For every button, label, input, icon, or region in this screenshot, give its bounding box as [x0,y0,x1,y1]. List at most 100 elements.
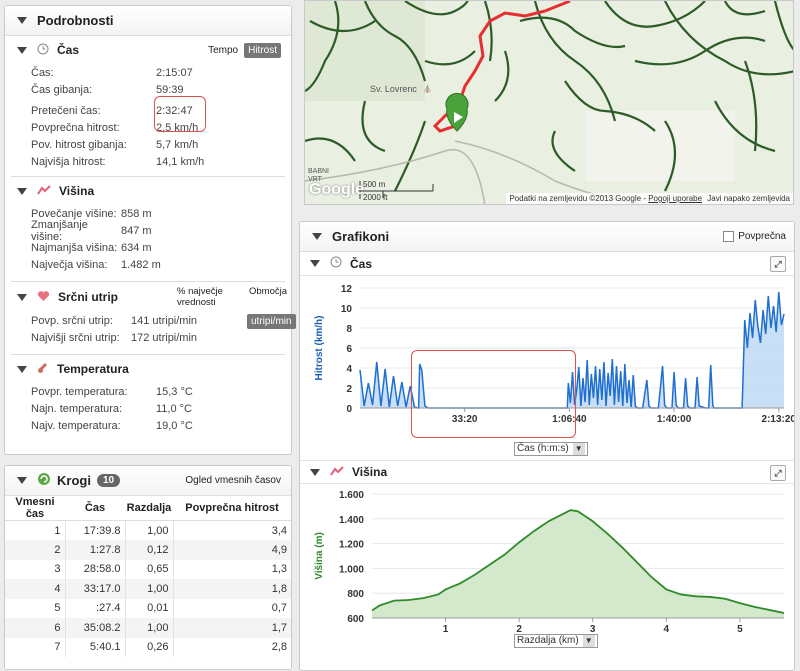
terms-link[interactable]: Pogoji uporabe [648,194,702,203]
view-splits-link[interactable]: Ogled vmesnih časov [185,475,281,486]
table-cell: 0,12 [125,540,174,560]
stat-value: 858 m [121,207,152,220]
laps-icon [37,472,51,489]
table-cell: 33:17.0 [65,579,126,599]
details-header[interactable]: Podrobnosti [5,6,291,36]
elevation-section-header[interactable]: Višina [11,177,285,205]
route-map[interactable]: ⛪ Sv. Lovrenc BABNI VRT Google 500 m 200… [304,0,794,205]
tab-tempo[interactable]: Tempo [208,45,238,56]
x-tick-label: 2:13:20 [762,414,794,425]
charts-header[interactable]: Grafikoni Povprečna [300,222,794,252]
stat-value: 172 utripi/min [131,331,198,344]
collapse-triangle-icon[interactable] [17,187,27,195]
collapse-triangle-icon[interactable] [17,365,27,373]
clock-icon [330,256,342,271]
collapse-triangle-icon[interactable] [17,17,27,24]
stat-value: 634 m [121,241,152,254]
collapse-triangle-icon[interactable] [312,233,322,240]
collapse-triangle-icon[interactable] [310,260,320,267]
temperature-section: Temperatura Povpr. temperatura: 15,3 °C Na… [11,355,285,434]
laps-count-badge: 10 [96,474,121,487]
stat-label: Zmanjšanje višine: [31,218,88,243]
y-tick-label: 12 [341,284,353,295]
table-row[interactable]: 4 33:17.0 1,00 1,8 [5,579,291,599]
table-cell: 7 [5,637,66,657]
map-canvas[interactable]: ⛪ [305,1,794,205]
elevation-area [372,510,784,618]
report-error-link[interactable]: Javi napako zemljevida [707,194,790,203]
table-cell: 1,3 [271,563,287,576]
stat-row: Najv. temperatura: 19,0 °C [11,417,285,434]
table-cell: 3 [5,559,66,579]
laps-column-header[interactable]: Vmesni čas [5,496,65,521]
clock-icon [37,43,49,58]
stat-value: 11,0 °C [156,402,192,415]
heart-zones-column[interactable]: Območja [249,286,287,297]
elevation-chart-header[interactable]: Višina ⤢ [300,460,794,484]
collapse-triangle-icon[interactable] [17,293,27,301]
time-title: Čas [57,43,80,57]
stat-row: Najvišja hitrost: 14,1 km/h [11,153,285,170]
stat-row: Največja višina: 1.482 m [11,256,285,273]
heart-section-header[interactable]: Srčni utrip % največje vrednosti Območja [11,282,287,312]
stat-row: Čas: 2:15:07 [11,64,285,81]
expand-icon[interactable]: ⤢ [770,465,786,481]
laps-header[interactable]: Krogi 10 Ogled vmesnih časov [5,466,291,496]
collapse-triangle-icon[interactable] [17,46,27,54]
average-checkbox[interactable] [723,231,735,242]
time-section: Čas Tempo Hitrost Čas: 2:15:07 Čas gibanja… [11,36,285,177]
table-cell: 0,65 [125,559,174,579]
google-logo: Google [309,181,365,198]
chevron-down-icon[interactable]: ▼ [572,443,585,455]
stat-label: Največja višina: [31,258,108,271]
table-cell: 35:08.2 [65,618,126,638]
table-cell: 3,4 [271,524,287,537]
speed-x-select[interactable]: Čas (h:m:s) ▼ [514,442,588,456]
details-panel: Podrobnosti Čas Tempo Hitrost Čas: 2:15:0… [4,5,296,455]
stat-label: Povp. srčni utrip: [31,314,113,327]
temperature-section-header[interactable]: Temperatura [11,355,285,383]
stat-row: Najmanjša višina: 634 m [11,239,285,256]
elevation-x-select[interactable]: Razdalja (km) ▼ [514,634,598,648]
y-tick-label: 2 [346,384,352,395]
heart-pct-column[interactable]: % največje vrednosti [177,286,243,308]
expand-icon[interactable]: ⤢ [770,256,786,272]
x-tick-label: 4 [664,624,670,635]
table-cell: 1,7 [173,618,291,638]
table-row[interactable]: 5:27.4 0,01 0,7 [5,598,291,618]
table-cell: 6 [5,618,66,638]
thermometer-icon [37,362,49,377]
y-tick-label: 1.000 [339,564,364,575]
laps-column-header[interactable]: Povprečna hitrost [173,496,291,521]
heart-title: Srčni utrip [58,290,119,304]
table-row[interactable]: 3 28:58.0 0,65 1,3 [5,559,291,579]
collapse-triangle-icon[interactable] [17,477,27,484]
table-row[interactable]: 6 35:08.2 1,00 1,7 [5,618,291,638]
table-row[interactable]: 1 17:39.8 1,00 3,4 [5,520,291,540]
heart-unit-button[interactable]: utripi/min [247,314,296,329]
scale-imperial: 2000 ft [363,193,388,202]
table-row[interactable]: 2 1:27.8 0,12 4,9 [5,540,291,560]
collapse-triangle-icon[interactable] [310,468,320,476]
y-tick-label: 1.600 [339,490,364,501]
speed-chart-header[interactable]: Čas ⤢ [300,252,794,276]
laps-column-header[interactable]: Čas [65,496,125,521]
elevation-chart: 6008001.0001.2001.4001.6001 2 3 4 5Višina (m… [314,490,785,635]
chevron-down-icon[interactable]: ▼ [582,635,595,647]
tab-speed[interactable]: Hitrost [244,42,281,58]
table-cell: 1,00 [125,520,174,540]
laps-column-header[interactable]: Razdalja [125,496,173,521]
stat-value: 141 utripi/min [131,314,198,327]
table-row[interactable]: 7 5:40.1 0,26 2,8 [5,637,291,657]
x-tick-label: 1:40:00 [657,414,692,425]
y-axis-label: Višina (m) [314,532,325,580]
laps-table: Vmesni čas Čas Razdalja Povprečna hitrost 1… [5,496,291,657]
time-section-header[interactable]: Čas Tempo Hitrost [11,36,285,64]
stat-value: 2:15:07 [156,66,193,79]
table-cell: 0,01 [125,598,174,618]
y-tick-label: 4 [346,364,352,375]
speed-chart-title: Čas [350,256,373,271]
stat-row: Pov. hitrost gibanja: 5,7 km/h [11,136,285,153]
table-cell: 5 [5,598,66,618]
elevation-chart-title: Višina [352,465,388,479]
